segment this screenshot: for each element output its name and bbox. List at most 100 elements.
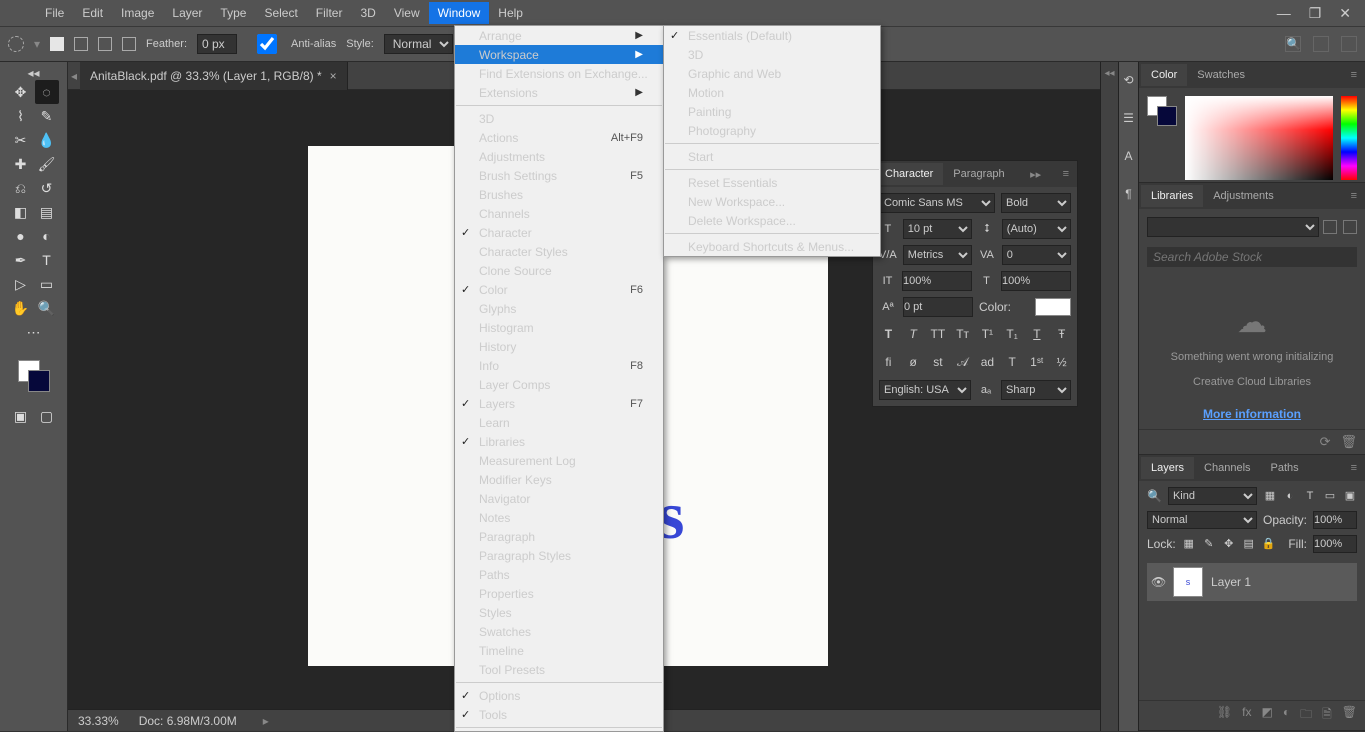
screenmode-tool[interactable]: ▢	[35, 404, 59, 428]
close-button[interactable]: ✕	[1339, 5, 1351, 22]
color-swatch[interactable]	[1147, 96, 1177, 126]
menu-item-glyphs[interactable]: Glyphs	[455, 299, 663, 318]
menu-item-modifier-keys[interactable]: Modifier Keys	[455, 470, 663, 489]
minimize-button[interactable]: —	[1277, 5, 1291, 22]
font-family-select[interactable]: Comic Sans MS	[879, 193, 995, 213]
underline-icon[interactable]: T	[1030, 327, 1045, 341]
menu-item-find-extensions-on-exchange-[interactable]: Find Extensions on Exchange...	[455, 64, 663, 83]
new-layer-icon[interactable]: 🗎	[1322, 705, 1332, 726]
hue-slider[interactable]	[1341, 96, 1357, 180]
menu-item-photography[interactable]: Photography	[664, 121, 880, 140]
menu-3d[interactable]: 3D	[351, 2, 384, 24]
menu-item-timeline[interactable]: Timeline	[455, 641, 663, 660]
menu-item-libraries[interactable]: ✓Libraries	[455, 432, 663, 451]
menu-item-essentials-default-[interactable]: ✓Essentials (Default)	[664, 26, 880, 45]
library-search-input[interactable]	[1147, 247, 1357, 267]
menu-item-info[interactable]: InfoF8	[455, 356, 663, 375]
menu-item-graphic-and-web[interactable]: Graphic and Web	[664, 64, 880, 83]
stylistic-icon[interactable]: st	[931, 355, 946, 370]
lock-paint-icon[interactable]: ✎	[1202, 537, 1216, 551]
menu-item-extensions[interactable]: Extensions▶	[455, 83, 663, 102]
menu-filter[interactable]: Filter	[307, 2, 352, 24]
menu-item-tools[interactable]: ✓Tools	[455, 705, 663, 724]
menu-item-paths[interactable]: Paths	[455, 565, 663, 584]
path-select-tool[interactable]: ▷	[9, 272, 33, 296]
share-icon[interactable]	[1341, 36, 1357, 52]
menu-item-properties[interactable]: Properties	[455, 584, 663, 603]
antialias-checkbox[interactable]: Anti-alias	[247, 34, 336, 54]
paragraph-panel-icon[interactable]: ¶	[1121, 186, 1137, 202]
subtract-selection-icon[interactable]	[98, 37, 112, 51]
menu-item-notes[interactable]: Notes	[455, 508, 663, 527]
zoom-readout[interactable]: 33.33%	[78, 714, 119, 728]
menu-item-layers[interactable]: ✓LayersF7	[455, 394, 663, 413]
allcaps-icon[interactable]: TT	[931, 327, 946, 341]
menu-item-arrange[interactable]: Arrange▶	[455, 26, 663, 45]
lasso-tool[interactable]: ⌇	[9, 104, 33, 128]
menu-edit[interactable]: Edit	[73, 2, 112, 24]
toolbox-collapse[interactable]: ◂◂	[27, 66, 39, 80]
tab-channels[interactable]: Channels	[1194, 457, 1260, 479]
tab-character[interactable]: Character	[875, 163, 943, 185]
menu-help[interactable]: Help	[489, 2, 532, 24]
subscript-icon[interactable]: T₁	[1005, 327, 1020, 341]
eyedropper-tool[interactable]: 💧	[35, 128, 59, 152]
color-swatch-toolbox[interactable]	[18, 360, 50, 392]
group-icon[interactable]: 🗀	[1300, 705, 1312, 726]
quickmask-tool[interactable]: ▣	[9, 404, 33, 428]
lock-trans-icon[interactable]: ▦	[1182, 537, 1196, 551]
tabular-icon[interactable]: ½	[1054, 355, 1069, 370]
smallcaps-icon[interactable]: Tᴛ	[955, 327, 970, 341]
filter-shape-icon[interactable]: ▭	[1323, 489, 1337, 503]
titling-icon[interactable]: ad	[980, 355, 995, 370]
menu-item-options[interactable]: ✓Options	[455, 686, 663, 705]
vscale-input[interactable]	[902, 271, 972, 291]
more-info-link[interactable]: More information	[1203, 407, 1301, 421]
document-tab[interactable]: AnitaBlack.pdf @ 33.3% (Layer 1, RGB/8) …	[80, 62, 348, 90]
menu-item-workspace[interactable]: Workspace▶	[455, 45, 663, 64]
menu-item-tool-presets[interactable]: Tool Presets	[455, 660, 663, 679]
new-selection-icon[interactable]	[50, 37, 64, 51]
lock-nest-icon[interactable]: ▤	[1242, 537, 1256, 551]
workspace-submenu[interactable]: ✓Essentials (Default)3DGraphic and WebMo…	[663, 25, 881, 257]
menu-item-3d[interactable]: 3D	[664, 45, 880, 64]
zoom-tool[interactable]: 🔍	[35, 296, 59, 320]
menu-view[interactable]: View	[385, 2, 429, 24]
font-weight-select[interactable]: Bold	[1001, 193, 1071, 213]
ordinals-icon[interactable]: ø	[906, 355, 921, 370]
hscale-input[interactable]	[1001, 271, 1071, 291]
lib-sync-icon[interactable]: ⟳	[1320, 434, 1331, 450]
menu-item-painting[interactable]: Painting	[664, 102, 880, 121]
menu-item-brushes[interactable]: Brushes	[455, 185, 663, 204]
filter-kind-icon[interactable]: 🔍	[1147, 489, 1162, 503]
layer-row[interactable]: 👁 s Layer 1	[1147, 563, 1357, 601]
tab-layers[interactable]: Layers	[1141, 457, 1194, 479]
menu-item-histogram[interactable]: Histogram	[455, 318, 663, 337]
marquee-tool[interactable]: ◌	[35, 80, 59, 104]
menu-item-paragraph-styles[interactable]: Paragraph Styles	[455, 546, 663, 565]
libraries-panel-menu[interactable]: ≡	[1345, 190, 1363, 202]
lib-list-icon[interactable]	[1343, 220, 1357, 234]
menu-item-brush-settings[interactable]: Brush SettingsF5	[455, 166, 663, 185]
opacity-input[interactable]	[1313, 511, 1357, 529]
bold-icon[interactable]: T	[881, 327, 896, 341]
menu-image[interactable]: Image	[112, 2, 163, 24]
char-color-swatch[interactable]	[1035, 298, 1071, 316]
filter-kind-select[interactable]: Kind	[1168, 487, 1257, 505]
antialias-select[interactable]: Sharp	[1001, 380, 1071, 400]
menu-item-learn[interactable]: Learn	[455, 413, 663, 432]
style-select[interactable]: Normal	[384, 34, 453, 54]
history-brush-tool[interactable]: ↺	[35, 176, 59, 200]
document-tab-close[interactable]: ×	[330, 69, 337, 83]
character-collapse-icon[interactable]: ▸▸	[1024, 168, 1047, 181]
language-select[interactable]: English: USA	[879, 380, 971, 400]
link-layers-icon[interactable]: ⛓	[1217, 705, 1232, 726]
font-size-select[interactable]: 10 pt	[903, 219, 972, 239]
oldstyle-icon[interactable]: 1ˢᵗ	[1030, 355, 1045, 370]
baseline-input[interactable]	[903, 297, 973, 317]
strikethrough-icon[interactable]: Ŧ	[1054, 327, 1069, 341]
menu-item-motion[interactable]: Motion	[664, 83, 880, 102]
menu-item-paragraph[interactable]: Paragraph	[455, 527, 663, 546]
menu-file[interactable]: File	[36, 2, 73, 24]
marquee-tool-icon[interactable]	[8, 36, 24, 52]
